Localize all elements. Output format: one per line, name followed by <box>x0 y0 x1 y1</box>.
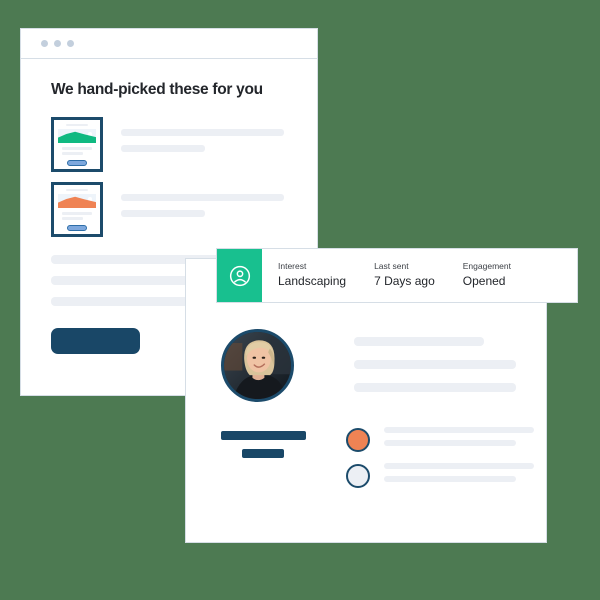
option-text-placeholder <box>384 427 534 453</box>
illustration-stage: We hand-picked these for you Interest La… <box>0 0 600 600</box>
summary-value: Landscaping <box>278 274 347 289</box>
radio-selected-icon[interactable] <box>346 428 370 452</box>
summary-label: Engagement <box>462 261 511 272</box>
thumbnail-card-1[interactable] <box>51 117 103 172</box>
cta-button[interactable] <box>51 328 140 354</box>
window-dot-close[interactable] <box>41 40 48 47</box>
window-titlebar <box>21 29 317 59</box>
summary-columns: Interest Landscaping Last sent 7 Days ag… <box>262 249 511 302</box>
thumbnail-image <box>58 129 96 144</box>
list-item[interactable] <box>51 117 289 172</box>
thumbnail-button[interactable] <box>67 225 87 231</box>
option-unselected[interactable] <box>346 463 534 489</box>
thumbnail-button[interactable] <box>67 160 87 166</box>
summary-value: 7 Days ago <box>374 274 435 289</box>
user-profile-glyph <box>229 265 250 286</box>
summary-value: Opened <box>462 274 506 289</box>
detail-text-placeholder <box>354 337 516 406</box>
thumbnail-header-line <box>65 189 89 192</box>
summary-column-interest: Interest Landscaping <box>278 260 346 290</box>
page-title: We hand-picked these for you <box>51 81 263 98</box>
list-item[interactable] <box>51 182 289 237</box>
list-item-text-placeholder <box>121 128 289 161</box>
window-dot-minimize[interactable] <box>54 40 61 47</box>
thumbnail-text-lines <box>62 212 92 222</box>
summary-column-engagement: Engagement Opened <box>463 260 511 290</box>
avatar <box>221 329 294 402</box>
option-list <box>346 427 534 499</box>
radio-unselected-icon[interactable] <box>346 464 370 488</box>
user-profile-icon <box>217 249 262 302</box>
list-item-text-placeholder <box>121 193 289 226</box>
summary-label: Last sent <box>374 261 409 272</box>
thumbnail-image <box>58 194 96 209</box>
contact-avatar-image <box>221 329 294 402</box>
name-placeholder-bars <box>221 431 306 458</box>
avatar-photo <box>224 332 291 399</box>
thumbnail-text-lines <box>62 147 92 157</box>
summary-label: Interest <box>278 261 307 272</box>
contact-summary-bar: Interest Landscaping Last sent 7 Days ag… <box>216 248 578 303</box>
thumbnail-header-line <box>65 124 89 127</box>
window-dot-maximize[interactable] <box>67 40 74 47</box>
option-selected[interactable] <box>346 427 534 453</box>
option-text-placeholder <box>384 463 534 489</box>
summary-column-last-sent: Last sent 7 Days ago <box>374 260 435 290</box>
thumbnail-card-2[interactable] <box>51 182 103 237</box>
